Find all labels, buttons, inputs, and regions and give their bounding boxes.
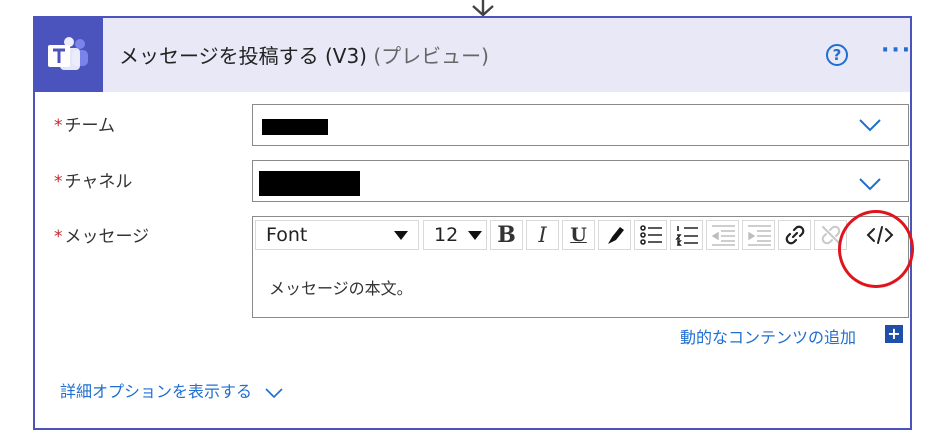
channel-select[interactable] [252,160,909,202]
add-dynamic-content-link[interactable]: 動的なコンテンツの追加 [680,324,856,348]
chevron-down-icon[interactable] [858,177,882,191]
required-mark: * [54,227,63,247]
redacted-value [259,171,360,196]
channel-label: * チャネル [54,167,132,192]
message-label-text: メッセージ [64,227,150,247]
message-body[interactable]: メッセージの本文。 [269,275,413,299]
action-title-text: メッセージを投稿する (V3) [119,44,367,68]
show-advanced-options-link[interactable]: 詳細オプションを表示する [60,378,283,402]
team-label: * チーム [54,111,115,136]
teams-icon [35,18,103,92]
editor-toolbar: Font 12 B I U [253,217,908,253]
caret-down-icon [468,230,482,240]
action-header[interactable]: メッセージを投稿する (V3) (プレビュー) ? ··· [35,18,910,92]
plus-icon[interactable]: + [885,325,903,343]
italic-button[interactable]: I [526,220,559,250]
pen-icon [607,227,624,244]
bullet-list-icon [639,225,662,245]
numbered-list-button[interactable] [670,220,703,250]
show-advanced-label: 詳細オプションを表示する [60,382,253,401]
italic-label: I [538,223,547,247]
numbered-list-icon [674,226,698,246]
link-button[interactable] [778,220,811,250]
bold-label: B [497,222,516,248]
help-icon[interactable]: ? [826,44,848,66]
message-editor[interactable]: Font 12 B I U メッセージの本文。 [252,216,909,318]
underline-button[interactable]: U [562,220,595,250]
team-label-text: チーム [64,116,116,136]
caret-down-icon [394,230,408,240]
action-card: メッセージを投稿する (V3) (プレビュー) ? ··· * チーム * チャネル… [33,16,914,430]
chevron-down-icon[interactable] [858,118,882,132]
required-mark: * [54,116,63,136]
underline-label: U [570,224,587,246]
increase-indent-button[interactable] [742,220,775,250]
font-select[interactable]: Font [255,220,419,250]
highlight-button[interactable] [598,220,631,250]
font-select-label: Font [266,224,308,246]
team-select[interactable] [252,104,909,146]
bold-button[interactable]: B [490,220,523,250]
message-label: * メッセージ [54,222,149,247]
chevron-down-icon [265,387,283,398]
redacted-value [262,119,328,135]
decrease-indent-icon [711,225,735,246]
size-select-label: 12 [434,224,459,246]
bullet-list-button[interactable] [634,220,667,250]
link-icon [785,225,804,245]
required-mark: * [54,172,63,192]
channel-label-text: チャネル [64,172,133,192]
action-title: メッセージを投稿する (V3) (プレビュー) [119,40,489,69]
annotation-circle [838,210,914,288]
decrease-indent-button[interactable] [706,220,739,250]
action-title-suffix: (プレビュー) [373,44,489,68]
increase-indent-icon [747,225,771,246]
more-icon[interactable]: ··· [881,38,912,63]
size-select[interactable]: 12 [423,220,487,250]
